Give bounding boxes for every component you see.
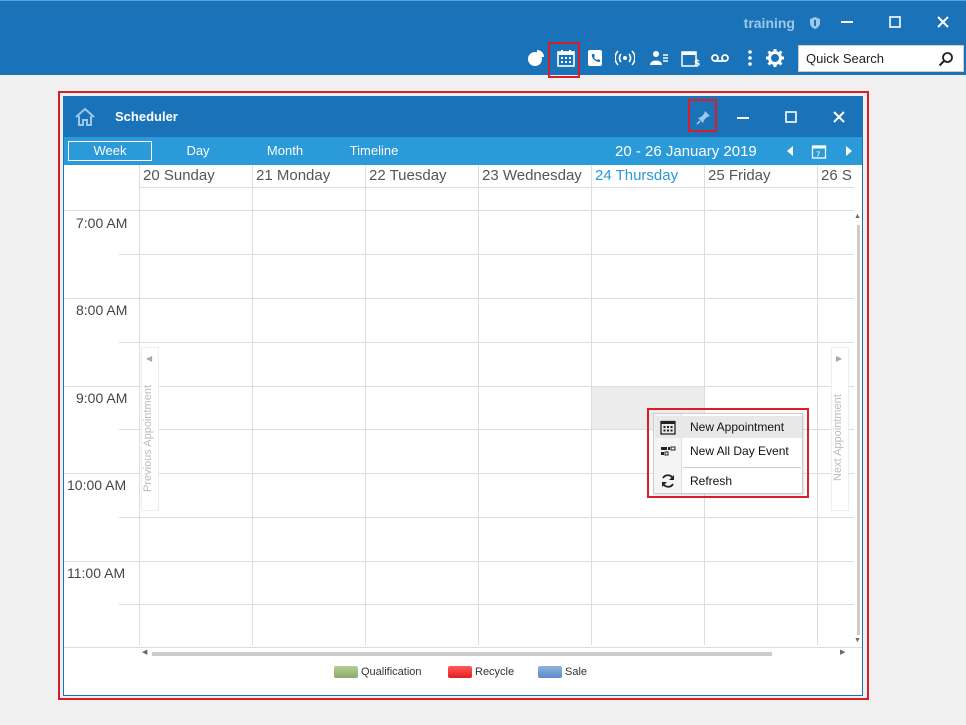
menu-item-label: New All Day Event [690, 444, 789, 458]
menu-item-new-all-day-event[interactable]: New All Day Event [655, 440, 802, 462]
grid-line [119, 254, 854, 255]
legend-label: Sale [565, 666, 588, 678]
scroll-left-icon[interactable]: ◀ [142, 648, 147, 656]
contacts-icon[interactable] [649, 48, 669, 68]
grid-line [119, 604, 854, 605]
legend-swatch [538, 666, 562, 678]
tab-month[interactable]: Month [259, 141, 311, 161]
voicemail-icon[interactable] [710, 48, 730, 68]
quick-search[interactable] [798, 45, 964, 72]
window-close-icon[interactable] [830, 108, 848, 126]
previous-appointment-button[interactable]: ◀ Previous Appointment [141, 347, 159, 511]
grid-line [365, 165, 366, 645]
grid-line [139, 187, 854, 188]
legend-label: Recycle [475, 666, 515, 678]
broadcast-icon[interactable] [615, 48, 635, 68]
day-header: 22 Tuesday [369, 167, 447, 184]
all-day-event-icon [660, 443, 676, 459]
prev-week-icon[interactable] [782, 143, 798, 159]
scroll-up-icon[interactable]: ▲ [854, 213, 861, 220]
menu-separator [683, 467, 801, 468]
day-header: 23 Wednesday [482, 167, 582, 184]
grid-line [64, 561, 854, 562]
grid-line [64, 298, 854, 299]
dashboard-pie-icon[interactable] [526, 48, 546, 68]
date-range: 20 - 26 January 2019 [615, 143, 757, 160]
day-header: 25 Friday [708, 167, 771, 184]
day-header: 21 Monday [256, 167, 331, 184]
search-input[interactable] [799, 46, 929, 71]
gear-icon[interactable] [765, 48, 785, 68]
app-header: training $ [0, 0, 966, 75]
calendar-icon [660, 419, 676, 435]
more-vertical-icon[interactable] [740, 48, 760, 68]
legend-swatch [448, 666, 472, 678]
triangle-left-icon: ◀ [146, 354, 153, 363]
grid-line [119, 342, 854, 343]
week-grid[interactable]: 20 Sunday 21 Monday 22 Tuesday 23 Wednes… [64, 165, 862, 645]
menu-item-label: Refresh [690, 474, 733, 488]
day-header: 26 S [821, 167, 852, 184]
scroll-right-icon[interactable]: ▶ [840, 648, 845, 656]
grid-line [64, 210, 854, 211]
divider [64, 647, 862, 648]
date-picker-icon[interactable]: 7 [811, 143, 827, 159]
menu-item-label: New Appointment [690, 420, 785, 434]
grid-line [704, 165, 705, 645]
time-label: 8:00 AM [76, 302, 128, 318]
scheduler-titlebar: Scheduler [64, 97, 862, 137]
home-icon[interactable] [74, 107, 96, 127]
time-label: 10:00 AM [67, 477, 127, 493]
scrollbar-track[interactable] [152, 652, 772, 656]
svg-text:7: 7 [816, 151, 820, 159]
time-label: 9:00 AM [76, 390, 128, 406]
tab-week[interactable]: Week [68, 141, 152, 161]
next-appointment-button[interactable]: ▶ Next Appointment [831, 347, 849, 511]
grid-line [64, 386, 854, 387]
context-menu: New Appointment New All Day Event Refres… [653, 413, 803, 494]
next-appointment-label: Next Appointment [832, 394, 844, 482]
maximize-icon[interactable] [886, 13, 904, 31]
legend-swatch [334, 666, 358, 678]
pin-highlight [688, 99, 717, 132]
vertical-scrollbar[interactable]: ▲ ▼ [854, 213, 862, 647]
search-icon[interactable] [938, 51, 954, 67]
scrollbar-track[interactable] [857, 225, 860, 635]
scheduler-navbar: Week Day Month Timeline 20 - 26 January … [64, 137, 862, 165]
svg-text:$: $ [694, 59, 700, 68]
tab-timeline[interactable]: Timeline [344, 141, 404, 161]
refresh-icon [660, 473, 676, 489]
shield-icon [808, 16, 822, 30]
day-header: 20 Sunday [143, 167, 215, 184]
grid-line [139, 165, 140, 645]
scroll-down-icon[interactable]: ▼ [854, 637, 861, 644]
menu-item-new-appointment[interactable]: New Appointment [655, 416, 802, 438]
phone-icon[interactable] [585, 48, 605, 68]
time-label: 11:00 AM [67, 565, 126, 581]
grid-line [591, 165, 592, 645]
calendar-highlight [548, 42, 580, 78]
scheduler-title: Scheduler [115, 109, 178, 124]
minimize-icon[interactable] [838, 13, 856, 31]
day-header-today: 24 Thursday [595, 167, 679, 184]
window-maximize-icon[interactable] [782, 108, 800, 126]
username-label[interactable]: training [744, 15, 795, 31]
menu-item-refresh[interactable]: Refresh [655, 470, 802, 492]
legend-label: Qualification [361, 666, 422, 678]
grid-line [119, 517, 854, 518]
billing-calendar-icon[interactable]: $ [680, 48, 700, 68]
grid-line [478, 165, 479, 645]
previous-appointment-label: Previous Appointment [142, 384, 154, 492]
time-label: 7:00 AM [76, 215, 128, 231]
close-icon[interactable] [934, 13, 952, 31]
next-week-icon[interactable] [841, 143, 857, 159]
horizontal-scrollbar[interactable]: ◀ ▶ [142, 648, 852, 658]
grid-line [817, 165, 818, 645]
triangle-right-icon: ▶ [836, 354, 843, 363]
scheduler-window: Scheduler Week Day Month Timeline 20 - 2… [63, 96, 863, 696]
window-minimize-icon[interactable] [734, 108, 752, 126]
grid-line [252, 165, 253, 645]
tab-day[interactable]: Day [174, 141, 222, 161]
